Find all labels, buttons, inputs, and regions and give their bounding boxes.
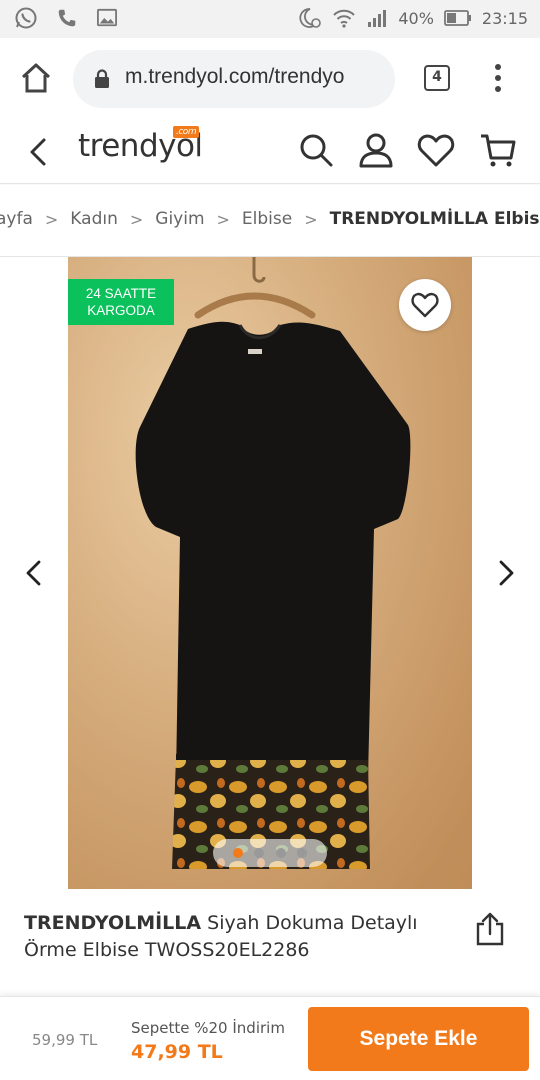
heart-icon (411, 292, 439, 318)
battery-icon (443, 9, 472, 27)
cart-icon (481, 134, 516, 167)
image-pagination (213, 839, 327, 867)
favorites-button[interactable] (416, 130, 456, 170)
address-bar[interactable]: m.trendyol.com/trendyo (73, 50, 395, 108)
logo-badge: .com (173, 126, 200, 138)
add-to-cart-button[interactable]: Sepete Ekle (308, 1007, 529, 1071)
signal-icon (366, 8, 388, 28)
search-button[interactable] (296, 130, 336, 170)
breadcrumb-item-kadin[interactable]: Kadın (70, 209, 118, 229)
discounted-price: 47,99 TL (131, 1041, 223, 1063)
breadcrumb-item-home[interactable]: ayfa (0, 209, 33, 229)
dot (495, 86, 501, 92)
clock-time: 23:15 (481, 8, 528, 28)
battery-percent: 40% (398, 8, 434, 28)
chevron-right-icon: > (44, 209, 59, 229)
share-button[interactable] (474, 910, 506, 948)
status-bar: 40% 23:15 (0, 0, 540, 38)
basket-discount-label: Sepette %20 İndirim (131, 1019, 285, 1037)
purchase-bar: 59,99 TL Sepette %20 İndirim 47,99 TL Se… (0, 996, 540, 1080)
chevron-right-icon: > (216, 209, 230, 229)
heart-icon (417, 134, 455, 167)
wifi-icon (332, 7, 356, 29)
url-text: m.trendyol.com/trendyo (125, 65, 345, 88)
dot (495, 64, 501, 70)
pagination-dot[interactable] (275, 848, 286, 858)
phone-icon (56, 7, 78, 29)
product-title: TRENDYOLMİLLA Siyah Dokuma Detaylı Örme … (24, 910, 444, 964)
breadcrumb-item-elbise[interactable]: Elbise (242, 209, 292, 229)
search-icon (300, 134, 333, 167)
dress-illustration (68, 257, 472, 889)
product-brand[interactable]: TRENDYOLMİLLA (24, 912, 201, 934)
chevron-left-icon (26, 560, 41, 586)
fast-shipping-badge: 24 SAATTE KARGODA (68, 279, 174, 325)
badge-line-1: 24 SAATTE (85, 286, 157, 301)
breadcrumb-item-current[interactable]: TRENDYOLMİLLA Elbise (330, 209, 540, 229)
back-button[interactable] (22, 132, 56, 172)
browser-toolbar: m.trendyol.com/trendyo 4 (0, 38, 540, 120)
next-image-button[interactable] (494, 557, 518, 589)
trendyol-logo[interactable]: trendyol .com (78, 126, 203, 164)
cart-button[interactable] (478, 130, 518, 170)
chevron-left-icon (30, 138, 46, 166)
product-image[interactable] (68, 257, 472, 889)
lock-icon (93, 69, 111, 93)
site-header: trendyol .com (0, 120, 540, 184)
product-gallery: 24 SAATTE KARGODA (0, 257, 540, 889)
more-menu-button[interactable] (490, 64, 506, 94)
add-to-favorites-button[interactable] (399, 279, 451, 331)
chevron-right-icon: > (129, 209, 144, 229)
breadcrumb: ayfa > Kadın > Giyim > Elbise > TRENDYOL… (0, 185, 540, 257)
original-price: 59,99 TL (32, 1031, 98, 1049)
account-button[interactable] (356, 130, 396, 170)
pagination-dot[interactable] (232, 848, 243, 858)
breadcrumb-item-giyim[interactable]: Giyim (155, 209, 204, 229)
user-icon (359, 133, 393, 168)
dot (495, 75, 501, 81)
share-icon (476, 912, 504, 946)
pagination-dot[interactable] (254, 848, 265, 858)
image-icon (96, 8, 118, 28)
chevron-right-icon (499, 560, 514, 586)
home-icon (21, 63, 51, 93)
whatsapp-icon (14, 6, 38, 30)
pagination-dot[interactable] (297, 848, 308, 858)
previous-image-button[interactable] (22, 557, 46, 589)
badge-line-2: KARGODA (87, 303, 155, 318)
moon-alarm-icon (296, 6, 322, 30)
tab-switcher-button[interactable]: 4 (424, 65, 450, 91)
chevron-right-icon: > (304, 209, 318, 229)
home-button[interactable] (18, 60, 54, 96)
